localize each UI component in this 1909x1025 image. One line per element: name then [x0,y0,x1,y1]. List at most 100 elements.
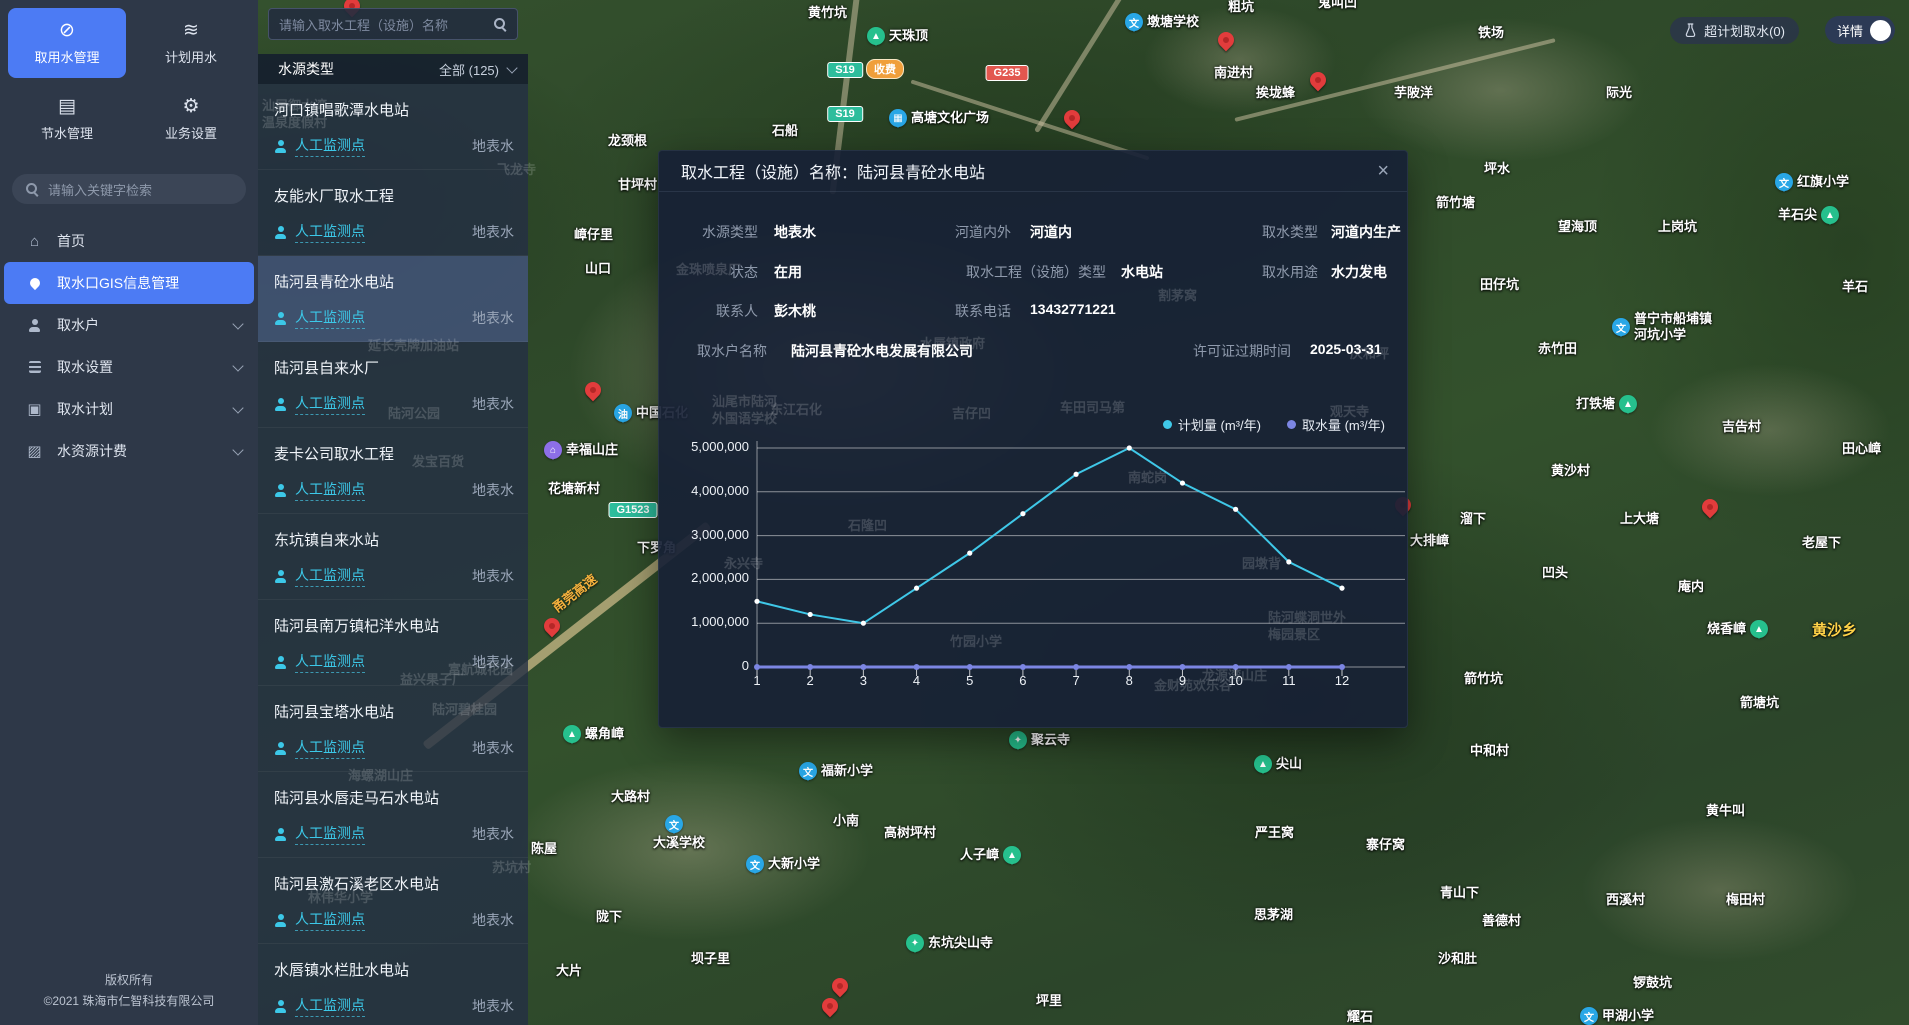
facility-list-item[interactable]: 友能水厂取水工程人工监测点地表水 [258,170,528,256]
modal-title: 取水工程（设施）名称：陆河县青砼水电站 [681,159,985,183]
map-pin[interactable] [582,379,605,402]
school-marker-icon: 文 [1580,1007,1598,1025]
map-marker: ▦高塘文化广场 [889,109,989,127]
map-pin[interactable] [819,995,842,1018]
water-source-label: 地表水 [472,308,514,328]
map-marker: 文大新小学 [746,855,820,873]
filter-dropdown[interactable]: 全部 (125) [439,60,516,79]
school-marker-icon: 文 [1612,318,1630,336]
map-pin[interactable] [1215,29,1238,52]
water-source-label: 地表水 [472,480,514,500]
map-label: 大路村 [611,786,650,805]
billing-icon: ▨ [26,444,43,459]
flask-icon [1684,23,1697,38]
map-label: 陇下 [596,906,622,925]
map-marker: 人子嶂▲ [960,846,1021,864]
road-line [1034,0,1131,133]
detail-toggle[interactable]: 详情 [1825,16,1895,44]
facility-list-item[interactable]: 水唇镇水栏肚水电站人工监测点地表水 [258,944,528,1025]
map-marker: 文福新小学 [799,762,873,780]
map-marker: 文墩塘学校 [1125,13,1199,31]
water-source-label: 地表水 [472,910,514,930]
module-grid: ⊘取用水管理≋计划用水▤节水管理⚙业务设置 [0,0,258,162]
legend-item[interactable]: 取水量 (m³/年) [1287,415,1385,434]
location-pin-icon [27,276,41,290]
module-button[interactable]: ⚙业务设置 [132,84,250,154]
x-axis-tick: 3 [850,673,876,688]
map-label: 小南 [833,810,859,829]
facility-search-input[interactable]: 请输入取水工程（设施）名称 [268,8,518,40]
sidebar-menu-item[interactable]: 取水口GIS信息管理 [4,262,254,304]
map-label: 龙颈根 [608,130,647,149]
mountain-marker-icon: ▲ [1254,755,1272,773]
module-button[interactable]: ⊘取用水管理 [8,8,126,78]
legend-dot-icon [1163,420,1172,429]
facility-list-item[interactable]: 陆河县宝塔水电站人工监测点地表水 [258,686,528,772]
map-label: 善德村 [1482,910,1521,929]
facility-filter-bar: 水源类型 全部 (125) [258,54,528,84]
over-plan-intake-pill[interactable]: 超计划取水(0) [1670,17,1799,44]
copyright: 版权所有 ©2021 珠海市仁智科技有限公司 [0,970,258,1025]
person-icon [274,742,287,755]
sidebar: ⊘取用水管理≋计划用水▤节水管理⚙业务设置 请输入关键字检索 ⌂首页取水口GIS… [0,0,258,1025]
module-button[interactable]: ▤节水管理 [8,84,126,154]
map-marker-label: 打铁塘 [1576,396,1615,412]
mountain-marker-icon: ▲ [1003,846,1021,864]
field-value: 陆河县青砼水电发展有限公司 [791,341,973,361]
map-pin[interactable] [1699,496,1722,519]
map-pin[interactable] [1061,107,1084,130]
map-pin[interactable] [829,975,852,998]
map-label: 箭竹坑 [1464,668,1503,687]
facility-list-item[interactable]: 麦卡公司取水工程人工监测点地表水 [258,428,528,514]
module-button[interactable]: ≋计划用水 [132,8,250,78]
menu-item-label: 取水户 [57,315,99,335]
facility-list-item[interactable]: 陆河县自来水厂人工监测点地表水 [258,342,528,428]
map-marker-label: 东坑尖山寺 [928,935,993,951]
map-label: 沙和肚 [1438,948,1477,967]
map-label: 箭竹塘 [1436,192,1475,211]
database-icon [26,361,43,373]
facility-list-item[interactable]: 东坑镇自来水站人工监测点地表水 [258,514,528,600]
sidebar-menu-item[interactable]: ▨ 水资源计费 [0,430,258,472]
school-marker-icon: 文 [1775,173,1793,191]
facility-list-item[interactable]: 陆河县青砼水电站人工监测点地表水 [258,256,528,342]
field-value: 河道内生产 [1331,222,1401,242]
facility-list-item[interactable]: 河口镇唱歌潭水电站人工监测点地表水 [258,84,528,170]
legend-label: 取水量 (m³/年) [1302,415,1385,434]
sidebar-menu-item[interactable]: ⌂首页 [0,220,258,262]
map-label: 黄牛叫 [1706,800,1745,819]
map-marker: ▲螺角嶂 [563,725,624,743]
menu-item-label: 水资源计费 [57,441,127,461]
legend-item[interactable]: 计划量 (m³/年) [1163,415,1261,434]
map-pin[interactable] [1307,69,1330,92]
keyword-search-input[interactable]: 请输入关键字检索 [12,174,246,204]
sidebar-menu-item[interactable]: 取水设置 [0,346,258,388]
field-label: 取水户名称 [659,341,767,361]
map-label: 大排嶂 [1410,530,1449,549]
module-label: 取用水管理 [34,47,99,66]
field-label: 联系电话 [911,301,1011,321]
x-axis-tick: 11 [1276,673,1302,688]
detail-toggle-label: 详情 [1837,21,1863,40]
map-marker-label: 聚云寺 [1031,732,1070,748]
facility-list-item[interactable]: 陆河县南万镇杞洋水电站人工监测点地表水 [258,600,528,686]
close-icon[interactable]: × [1377,161,1389,181]
module-label: 计划用水 [165,47,217,66]
map-label: 际光 [1606,82,1632,101]
field-value: 13432771221 [1030,301,1116,317]
facility-name: 东坑镇自来水站 [274,529,514,550]
y-axis-tick: 5,000,000 [659,439,749,454]
y-axis-tick: 4,000,000 [659,483,749,498]
sidebar-menu-item[interactable]: 取水户 [0,304,258,346]
map-label: 上大塘 [1620,508,1659,527]
x-axis-tick: 6 [1010,673,1036,688]
person-icon [274,570,287,583]
facility-list-item[interactable]: 陆河县激石溪老区水电站人工监测点地表水 [258,858,528,944]
chevron-down-icon [232,444,243,455]
map-marker-label: 人子嶂 [960,847,999,863]
sidebar-menu-item[interactable]: ▣取水计划 [0,388,258,430]
facility-list-item[interactable]: 陆河县水唇走马石水电站人工监测点地表水 [258,772,528,858]
map-marker-label: 福新小学 [821,763,873,779]
field-label: 取水工程（设施）类型 [899,262,1106,282]
x-axis-tick: 5 [957,673,983,688]
